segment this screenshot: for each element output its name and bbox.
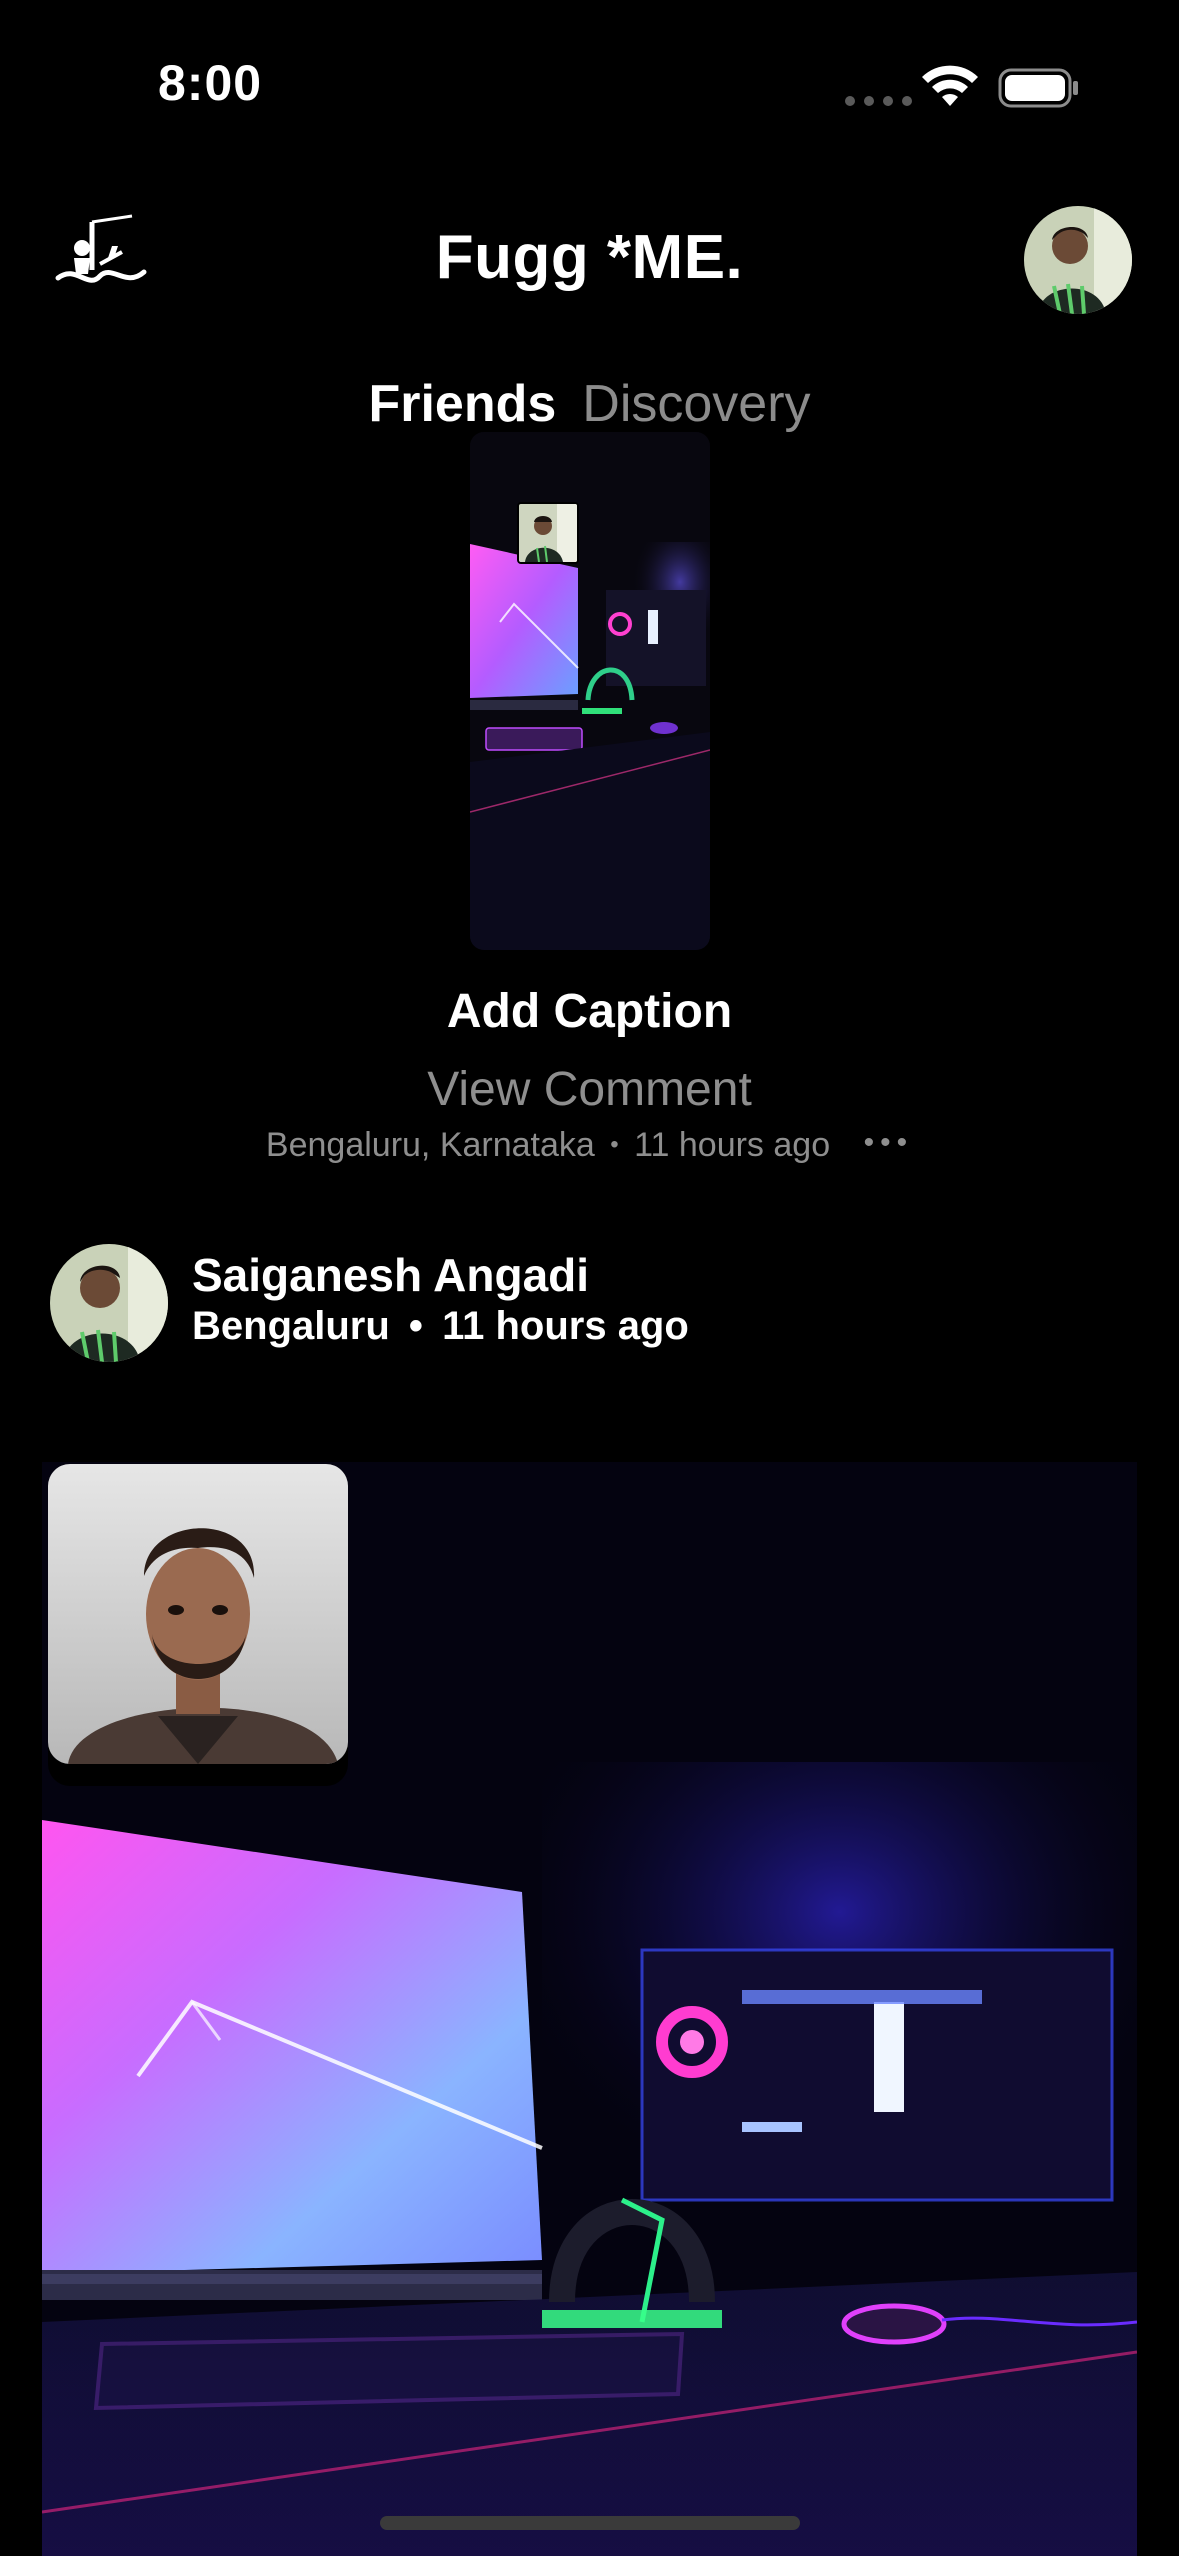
friend-location: Bengaluru xyxy=(192,1304,390,1348)
status-time: 8:00 xyxy=(158,55,263,111)
friend-time: 11 hours ago xyxy=(442,1304,689,1348)
signal-dots-icon xyxy=(845,96,912,106)
my-post-time: 11 hours ago xyxy=(634,1126,831,1164)
friend-name[interactable]: Saiganesh Angadi xyxy=(192,1248,589,1302)
view-comment-button[interactable]: View Comment xyxy=(0,1062,1179,1117)
more-options-icon[interactable]: ••• xyxy=(864,1126,914,1159)
my-post-meta: Bengaluru, Karnataka • 11 hours ago ••• xyxy=(0,1126,1179,1165)
feed-tabs: Friends Discovery xyxy=(0,374,1179,434)
profile-avatar[interactable] xyxy=(1024,206,1132,314)
friend-post-selfie-inset[interactable] xyxy=(48,1464,348,1764)
my-post-selfie-inset xyxy=(517,502,579,564)
friend-avatar[interactable] xyxy=(50,1244,168,1362)
wifi-icon xyxy=(922,65,978,106)
add-caption-button[interactable]: Add Caption xyxy=(0,984,1179,1039)
my-post-thumbnail[interactable] xyxy=(470,432,710,950)
battery-icon xyxy=(998,68,1078,108)
app-title: Fugg *ME. xyxy=(435,223,744,292)
home-indicator xyxy=(380,2516,800,2530)
separator-dot: • xyxy=(408,1304,423,1348)
my-post-location: Bengaluru, Karnataka xyxy=(265,1126,595,1164)
tab-discovery[interactable]: Discovery xyxy=(582,374,810,434)
tab-friends[interactable]: Friends xyxy=(368,374,556,434)
friend-post-meta: Bengaluru • 11 hours ago xyxy=(192,1304,689,1349)
separator-dot: • xyxy=(610,1131,619,1158)
